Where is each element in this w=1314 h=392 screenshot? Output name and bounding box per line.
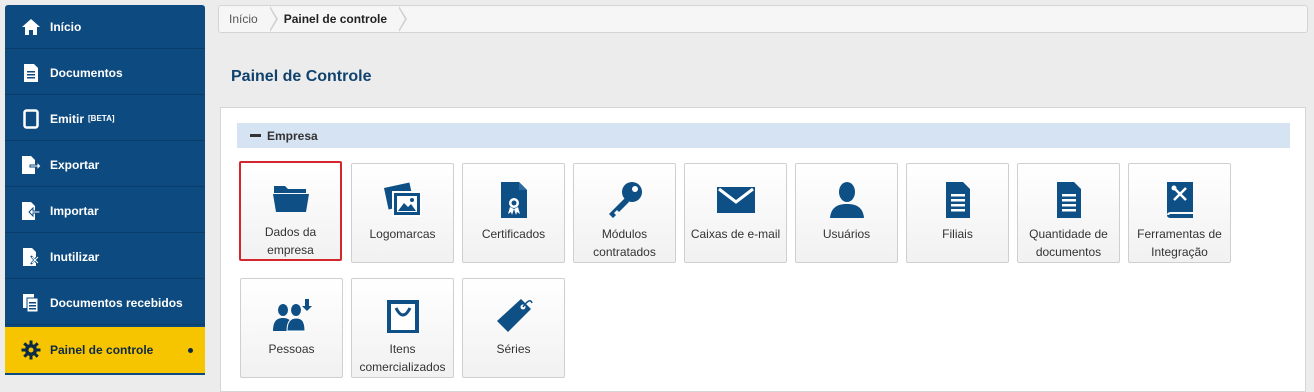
shopping-bag-icon — [352, 295, 453, 335]
breadcrumb-separator — [268, 6, 278, 32]
sidebar-item-label: Inutilizar — [50, 249, 100, 264]
tablet-icon — [18, 106, 44, 132]
breadcrumb-separator — [398, 6, 408, 32]
breadcrumb-item-current: Painel de controle — [283, 12, 388, 26]
sidebar-item-label: Painel de controle — [50, 343, 154, 357]
sidebar-item-label: Início — [50, 19, 82, 34]
sidebar-item-label: Exportar — [50, 157, 100, 172]
sidebar-item-importar[interactable]: Importar — [5, 189, 205, 233]
user-icon — [796, 180, 897, 220]
tile-logomarcas[interactable]: Logomarcas — [351, 163, 454, 263]
collapse-icon[interactable] — [250, 134, 261, 137]
document-list-icon — [907, 180, 1008, 220]
breadcrumb-item-inicio[interactable]: Início — [219, 6, 270, 32]
tile-certificados[interactable]: Certificados — [462, 163, 565, 263]
sidebar-item-inicio[interactable]: Início — [5, 5, 205, 49]
tile-label: Séries — [496, 342, 531, 356]
sidebar-item-label: Documentos recebidos — [50, 295, 183, 310]
tag-icon — [463, 295, 564, 335]
tile-caixas-de-email[interactable]: Caixas de e-mail — [684, 163, 787, 263]
certificate-icon — [463, 180, 564, 220]
sidebar-item-painel-de-controle[interactable]: Painel de controle — [5, 327, 205, 373]
sidebar-item-label: Importar — [50, 203, 99, 218]
tile-label: Itens comercializados — [359, 342, 446, 374]
home-icon — [18, 14, 44, 40]
sidebar-item-label: Documentos — [50, 65, 123, 80]
control-panel: Empresa Dados da empresa Logomarcas Cert… — [220, 107, 1306, 392]
page-title: Painel de Controle — [231, 68, 372, 85]
document-icon — [18, 60, 44, 86]
key-icon — [574, 180, 675, 220]
tile-label: Filiais — [942, 227, 973, 241]
received-documents-icon — [18, 290, 44, 316]
document-list-icon — [1018, 180, 1119, 220]
tile-pessoas[interactable]: Pessoas — [240, 278, 343, 378]
tile-dados-da-empresa[interactable]: Dados da empresa — [239, 161, 342, 261]
void-document-icon — [18, 244, 44, 270]
active-indicator-dot — [188, 347, 193, 353]
images-icon — [352, 180, 453, 220]
tools-book-icon — [1129, 180, 1230, 220]
import-icon — [18, 198, 44, 224]
tile-filiais[interactable]: Filiais — [906, 163, 1009, 263]
gear-icon — [18, 337, 44, 363]
sidebar-item-inutilizar[interactable]: Inutilizar — [5, 235, 205, 279]
beta-badge: [BETA] — [88, 114, 115, 123]
people-icon — [241, 295, 342, 335]
tile-usuarios[interactable]: Usuários — [795, 163, 898, 263]
export-icon — [18, 152, 44, 178]
section-header-empresa[interactable]: Empresa — [237, 123, 1290, 148]
sidebar-item-label: Emitir — [50, 111, 85, 126]
breadcrumb: Início Painel de controle — [218, 5, 1308, 33]
sidebar-item-emitir[interactable]: Emitir [BETA] — [5, 97, 205, 141]
tile-label: Usuários — [822, 227, 871, 241]
tile-label: Quantidade de documentos — [1029, 227, 1108, 259]
sidebar-item-documentos[interactable]: Documentos — [5, 51, 205, 95]
envelope-icon — [685, 180, 786, 220]
section-title: Empresa — [267, 128, 318, 143]
sidebar: Início Documentos Emitir [BETA] Exportar… — [5, 5, 205, 375]
tile-label: Certificados — [481, 227, 546, 241]
tile-label: Dados da empresa — [264, 225, 317, 257]
tile-quantidade-de-documentos[interactable]: Quantidade de documentos — [1017, 163, 1120, 263]
tile-series[interactable]: Séries — [462, 278, 565, 378]
tile-itens-comercializados[interactable]: Itens comercializados — [351, 278, 454, 378]
sidebar-item-documentos-recebidos[interactable]: Documentos recebidos — [5, 281, 205, 325]
tile-label: Pessoas — [268, 342, 315, 356]
tile-ferramentas-de-integracao[interactable]: Ferramentas de Integração — [1128, 163, 1231, 263]
tile-label: Ferramentas de Integração — [1137, 227, 1222, 259]
tile-label: Caixas de e-mail — [690, 227, 781, 241]
tile-label: Logomarcas — [369, 227, 436, 241]
folder-icon — [241, 178, 340, 218]
tile-label: Módulos contratados — [593, 227, 656, 259]
tile-modulos-contratados[interactable]: Módulos contratados — [573, 163, 676, 263]
sidebar-item-exportar[interactable]: Exportar — [5, 143, 205, 187]
